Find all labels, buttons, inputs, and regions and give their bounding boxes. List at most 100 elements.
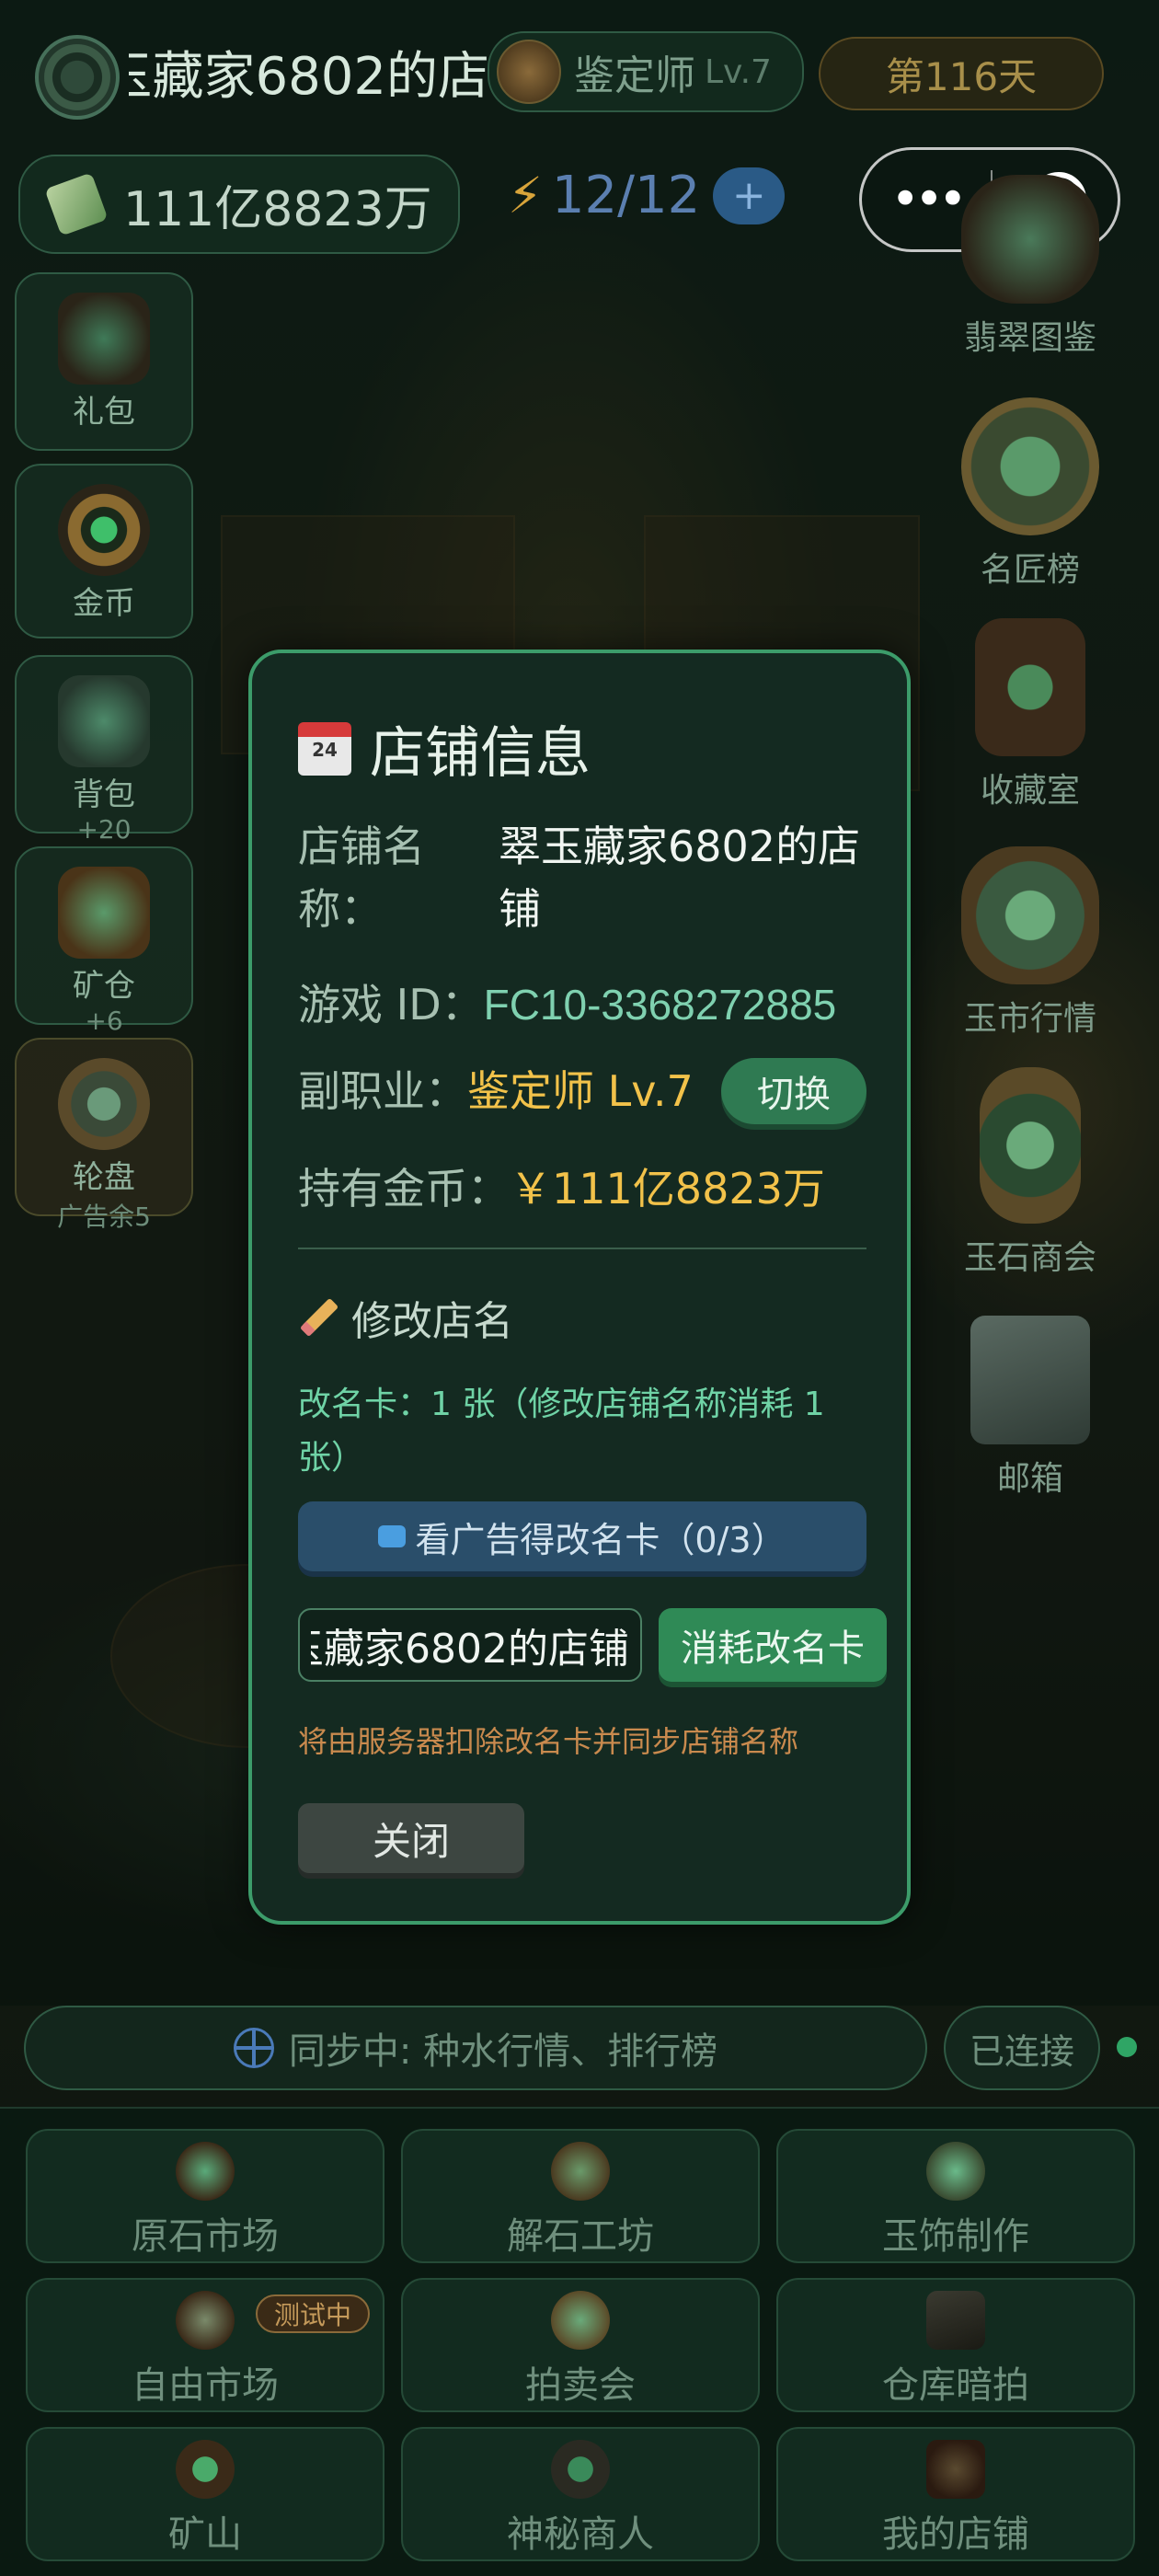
nav-mine[interactable]: 矿山: [26, 2427, 384, 2561]
right-menu-jade-market[interactable]: 玉市行情: [947, 846, 1113, 1040]
shop-name-key: 店铺名称：: [298, 822, 425, 934]
right-menu-mailbox[interactable]: 邮箱: [947, 1316, 1113, 1500]
right-menu-label: 翡翠图鉴: [963, 319, 1096, 357]
coin-row: 持有金币：￥111亿8823万: [298, 1156, 825, 1216]
server-note: 将由服务器扣除改名卡并同步店铺名称: [298, 1724, 799, 1759]
nav-mystery-merchant[interactable]: 神秘商人: [401, 2427, 760, 2561]
day-counter: 第116天: [819, 37, 1104, 110]
job-row: 副职业： 鉴定师 Lv.7: [298, 1058, 694, 1119]
appraiser-icon: [497, 40, 561, 104]
job-value: 鉴定师 Lv.7: [467, 1066, 694, 1116]
game-id-row: 游戏 ID：FC10-3368272885: [298, 972, 836, 1032]
nav-label: 我的店铺: [882, 2513, 1029, 2556]
nav-free-market[interactable]: 自由市场 测试中: [26, 2278, 384, 2412]
top-bar: 翠玉藏家6802的店 鉴定师 Lv.7 第116天: [0, 0, 1159, 147]
nav-my-shop[interactable]: 我的店铺: [776, 2427, 1135, 2561]
energy-meter: ⚡ 12/12 +: [508, 166, 786, 225]
envelope-icon: [970, 1316, 1090, 1444]
left-menu-label: 金币: [73, 585, 135, 622]
left-menu-label: 矿仓: [73, 968, 135, 1005]
job-level: Lv.7: [705, 52, 772, 91]
section-divider: [298, 1248, 866, 1249]
roulette-icon: [58, 1058, 150, 1150]
nav-warehouse-blind-auction[interactable]: 仓库暗拍: [776, 2278, 1135, 2412]
connection-status: 已连接: [944, 2006, 1100, 2090]
tv-icon: [378, 1525, 407, 1547]
shop-name-input[interactable]: [298, 1608, 642, 1682]
merchant-icon: [176, 2291, 235, 2350]
nav-auction[interactable]: 拍卖会: [401, 2278, 760, 2412]
auction-icon: [551, 2291, 610, 2350]
mine-chest-icon: [58, 867, 150, 959]
left-menu-label: 礼包: [73, 394, 135, 431]
sync-text: 同步中: 种水行情、排行榜: [288, 2030, 718, 2073]
backpack-icon: [58, 675, 150, 767]
close-button[interactable]: 关闭: [298, 1803, 524, 1873]
left-menu-sub: 广告余5: [57, 1202, 151, 1232]
book-icon: [961, 175, 1099, 304]
pencil-icon: [299, 1297, 339, 1338]
shop-icon: [926, 2440, 985, 2499]
shop-name-value: 翠玉藏家6802的店铺: [499, 822, 861, 934]
cutting-icon: [551, 2142, 610, 2201]
coin-icon: [58, 484, 150, 576]
job-label: 鉴定师: [574, 52, 695, 99]
left-menu-coins[interactable]: 金币: [15, 464, 193, 638]
nav-label: 拍卖会: [525, 2364, 636, 2407]
switch-job-button[interactable]: 切换: [721, 1058, 866, 1124]
right-menu-label: 收藏室: [980, 772, 1080, 810]
rough-stone-icon: [176, 2142, 235, 2201]
coin-value: ￥111亿8823万: [510, 1164, 825, 1213]
left-menu-label: 背包: [73, 776, 135, 813]
right-menu-label: 名匠榜: [980, 551, 1080, 589]
avatar[interactable]: [35, 35, 120, 120]
watch-ad-button[interactable]: 看广告得改名卡（0/3）: [298, 1501, 866, 1571]
jade-ring-icon: [926, 2142, 985, 2201]
add-energy-button[interactable]: +: [713, 167, 786, 224]
display-cabinet-icon: [975, 618, 1085, 756]
market-chart-icon: [961, 846, 1099, 984]
trophy-icon: [961, 397, 1099, 535]
treasure-chest-icon: [58, 293, 150, 385]
globe-icon: [233, 2028, 274, 2068]
right-menu-label: 邮箱: [996, 1460, 1063, 1498]
watch-ad-label: 看广告得改名卡（0/3）: [415, 1519, 786, 1560]
right-menu-jade-guild[interactable]: 玉石商会: [947, 1067, 1113, 1279]
rename-section-header: 修改店名: [298, 1288, 513, 1347]
rename-title: 修改店名: [351, 1298, 513, 1345]
coin-key: 持有金币：: [298, 1164, 510, 1213]
right-menu-label: 玉石商会: [963, 1239, 1096, 1277]
consume-rename-card-button[interactable]: 消耗改名卡: [659, 1608, 887, 1682]
left-menu-wheel[interactable]: 轮盘 广告余5: [15, 1038, 193, 1232]
calendar-icon: [298, 721, 351, 776]
game-id-value[interactable]: FC10-3368272885: [484, 981, 837, 1029]
job-key: 副职业：: [298, 1066, 467, 1116]
jade-coin-icon: [44, 172, 109, 236]
warehouse-icon: [926, 2291, 985, 2350]
job-badge[interactable]: 鉴定师 Lv.7: [488, 31, 804, 112]
modal-header: 店铺信息: [298, 708, 591, 788]
right-menu-master-ranking[interactable]: 名匠榜: [947, 397, 1113, 591]
left-menu-bag[interactable]: 背包 +20: [15, 655, 193, 845]
nav-rough-stone-market[interactable]: 原石市场: [26, 2129, 384, 2263]
nav-label: 原石市场: [132, 2215, 279, 2258]
left-menu-sub: +6: [85, 1006, 123, 1036]
left-menu-mine-storage[interactable]: 矿仓 +6: [15, 846, 193, 1036]
beta-tag: 测试中: [256, 2294, 370, 2333]
right-menu-collection-room[interactable]: 收藏室: [947, 618, 1113, 811]
right-menu-jade-codex[interactable]: 翡翠图鉴: [947, 175, 1113, 359]
nav-cutting-workshop[interactable]: 解石工坊: [401, 2129, 760, 2263]
left-menu-label: 轮盘: [73, 1159, 135, 1196]
nav-label: 神秘商人: [507, 2513, 654, 2556]
left-menu-gift[interactable]: 礼包: [15, 272, 193, 451]
nav-label: 解石工坊: [507, 2215, 654, 2258]
shop-name-row: 店铺名称： 翠玉藏家6802的店铺: [298, 815, 868, 940]
connection-dot: [1117, 2037, 1137, 2057]
left-menu-sub: +20: [76, 814, 132, 845]
gold-balance[interactable]: 111亿8823万: [18, 155, 460, 254]
lightning-icon: ⚡: [508, 167, 543, 224]
mystery-merchant-icon: [551, 2440, 610, 2499]
nav-jewelry-crafting[interactable]: 玉饰制作: [776, 2129, 1135, 2263]
gold-amount: 111亿8823万: [123, 181, 432, 237]
rename-card-info: 改名卡：1 张（修改店铺名称消耗 1 张）: [298, 1386, 825, 1477]
